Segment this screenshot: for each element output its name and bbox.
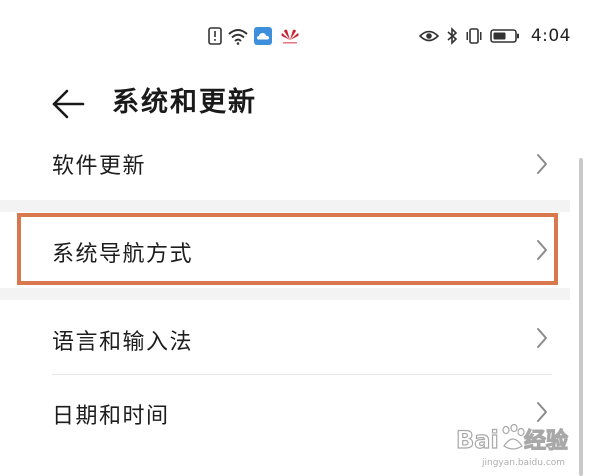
status-left-icons [208, 24, 303, 48]
row-divider [52, 374, 552, 375]
chevron-right-icon [537, 328, 547, 348]
status-bar: 4:04 [0, 0, 599, 70]
arrow-left-icon [52, 89, 85, 119]
alert-icon [208, 27, 222, 45]
settings-item-system-navigation[interactable]: 系统导航方式 [0, 214, 570, 286]
settings-item-label: 系统导航方式 [52, 242, 194, 267]
settings-item-software-update[interactable]: 软件更新 [0, 132, 570, 196]
wifi-icon [227, 27, 249, 45]
settings-item-date-time[interactable]: 日期和时间 [0, 376, 570, 448]
svg-text:jingyan.baidu.com: jingyan.baidu.com [481, 458, 565, 468]
chevron-right-icon [537, 154, 547, 174]
chevron-right-icon [537, 240, 547, 260]
settings-item-label: 语言和输入法 [52, 330, 194, 355]
huawei-logo-icon [277, 27, 303, 45]
battery-icon [490, 28, 520, 44]
group-separator [0, 288, 570, 300]
settings-screen: 4:04 系统和更新 软件更新 系统导航方式 语言和输入法 日期和时间 Bai … [0, 0, 599, 476]
settings-item-label: 软件更新 [52, 154, 147, 179]
page-title: 系统和更新 [112, 87, 257, 118]
back-button[interactable] [48, 84, 88, 124]
status-time: 4:04 [530, 26, 571, 46]
vibrate-icon [465, 27, 483, 45]
page-header: 系统和更新 [0, 78, 599, 128]
cloud-icon [254, 27, 272, 45]
settings-item-label: 日期和时间 [52, 404, 170, 429]
chevron-right-icon [537, 402, 547, 422]
group-separator [0, 200, 570, 212]
scrollbar[interactable] [579, 158, 583, 476]
status-right-icons: 4:04 [418, 24, 571, 48]
eye-icon [418, 29, 439, 43]
settings-item-language-input[interactable]: 语言和输入法 [0, 302, 570, 374]
bluetooth-icon [446, 27, 458, 45]
